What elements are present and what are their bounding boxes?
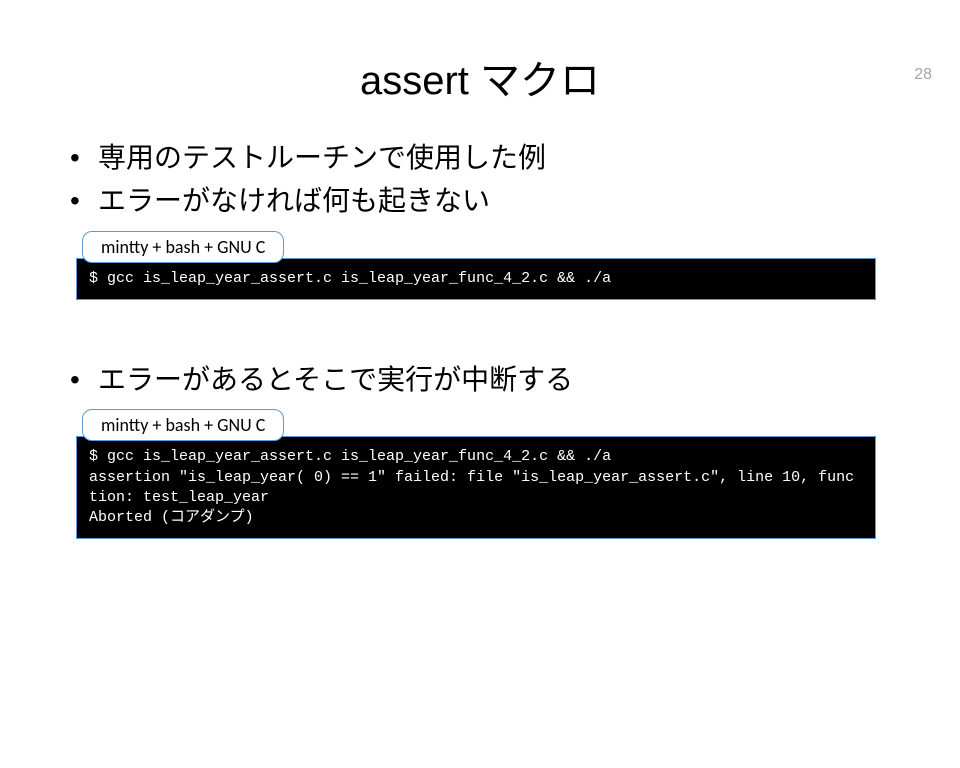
slide-title: assert マクロ [0,48,960,106]
bullet-item: エラーがあるとそこで実行が中断する [70,358,960,401]
slide: 28 assert マクロ 専用のテストルーチンで使用した例 エラーがなければ何… [0,48,960,768]
terminal-output: $ gcc is_leap_year_assert.c is_leap_year… [76,258,876,300]
page-number: 28 [914,66,932,84]
bullet-item: 専用のテストルーチンで使用した例 [70,136,960,179]
bullets-bottom: エラーがあるとそこで実行が中断する [70,358,960,401]
terminal-label: mintty + bash + GNU C [82,409,284,441]
terminal-group-1: mintty + bash + GNU C $ gcc is_leap_year… [76,231,876,300]
bullet-item: エラーがなければ何も起きない [70,179,960,222]
terminal-group-2: mintty + bash + GNU C $ gcc is_leap_year… [76,409,876,539]
terminal-label: mintty + bash + GNU C [82,231,284,263]
terminal-output: $ gcc is_leap_year_assert.c is_leap_year… [76,436,876,539]
bullets-top: 専用のテストルーチンで使用した例 エラーがなければ何も起きない [70,136,960,223]
